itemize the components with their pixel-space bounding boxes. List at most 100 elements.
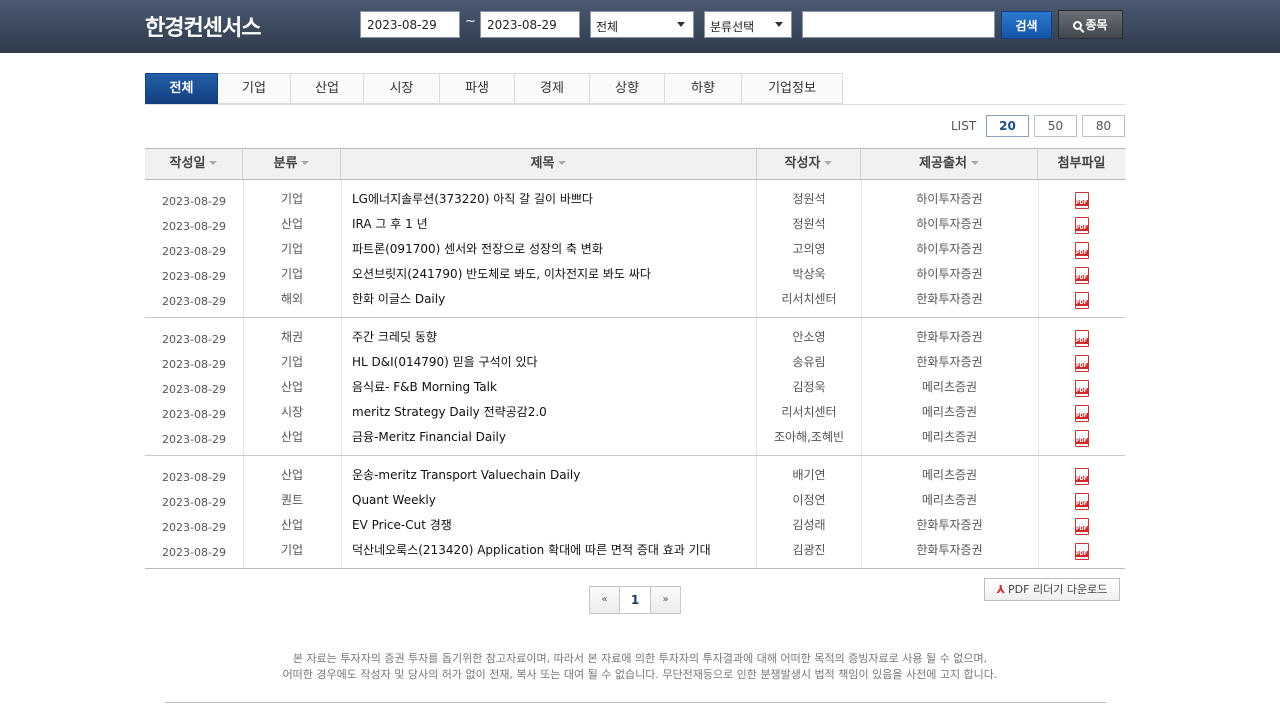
pdf-file-icon[interactable] [1074,267,1089,284]
row-attachment [1038,400,1125,425]
row-title-link[interactable]: 금융-Meritz Financial Daily [352,425,752,450]
row-attachment [1038,350,1125,375]
disclaimer: 본 자료는 투자자의 증권 투자를 돕기위한 참고자료이며, 따라서 본 자료에… [145,651,1135,683]
row-title-link[interactable]: LG에너지솔루션(373220) 아직 갈 길이 바쁘다 [352,187,752,212]
pdf-file-icon[interactable] [1074,217,1089,234]
col-category[interactable]: 분류 [243,149,341,179]
tab-upgrade[interactable]: 상향 [590,73,665,104]
pdf-file-icon[interactable] [1074,292,1089,309]
table-row: 2023-08-29 해외 한화 이글스 Daily 리서치센터 한화투자증권 [145,287,1125,312]
pdf-file-icon[interactable] [1074,518,1089,535]
row-category: 퀀트 [280,493,304,507]
col-source-label: 제공출처 [919,156,967,171]
row-title-link[interactable]: IRA 그 후 1 년 [352,212,752,237]
col-title[interactable]: 제목 [341,149,757,179]
tab-derivatives[interactable]: 파생 [440,73,515,104]
row-date: 2023-08-29 [162,358,226,371]
row-category: 기업 [280,192,304,206]
pdf-file-icon[interactable] [1074,192,1089,209]
pdf-file-icon[interactable] [1074,242,1089,259]
category-tabs: 전체 기업 산업 시장 파생 경제 상향 하향 기업정보 [145,73,843,104]
table-row: 2023-08-29 산업 음식료- F&B Morning Talk 김정욱 메리츠증… [145,375,1125,400]
pdf-reader-download-button[interactable]: ⅄ PDF 리더기 다운로드 [984,578,1120,601]
tab-company-info[interactable]: 기업정보 [742,73,843,104]
row-title-link[interactable]: HL D&I(014790) 믿을 구석이 있다 [352,350,752,375]
pdf-file-icon[interactable] [1074,355,1089,372]
row-category: 시장 [280,405,304,419]
pdf-file-icon[interactable] [1074,380,1089,397]
pagination: « 1 » [589,586,681,614]
tab-market[interactable]: 시장 [364,73,440,104]
row-title-link[interactable]: meritz Strategy Daily 전략공감2.0 [352,400,752,425]
row-date: 2023-08-29 [162,245,226,258]
row-source: 하이투자증권 [916,192,983,206]
table-row: 2023-08-29 채권 주간 크레딧 동향 안소영 한화투자증권 [145,325,1125,350]
row-title-link[interactable]: Quant Weekly [352,488,752,513]
pdf-file-icon[interactable] [1074,493,1089,510]
row-date: 2023-08-29 [162,333,226,346]
table-row: 2023-08-29 시장 meritz Strategy Daily 전략공감2.… [145,400,1125,425]
row-author: 고의영 [792,242,826,256]
pdf-file-icon[interactable] [1074,405,1089,422]
row-source: 한화투자증권 [916,292,983,306]
row-date: 2023-08-29 [162,295,226,308]
row-date: 2023-08-29 [162,521,226,534]
tab-economy[interactable]: 경제 [515,73,590,104]
category-select[interactable]: 분류선택 [704,11,792,38]
tab-all[interactable]: 전체 [145,73,218,104]
table-row: 2023-08-29 산업 EV Price-Cut 경쟁 김성래 한화투자증권 [145,513,1125,538]
page-number[interactable]: 1 [620,587,650,613]
row-title-link[interactable]: 덕산네오룩스(213420) Application 확대에 따른 면적 증대 … [352,538,752,563]
pdf-file-icon[interactable] [1074,468,1089,485]
row-author: 김성래 [792,518,826,532]
row-title-link[interactable]: 한화 이글스 Daily [352,287,752,312]
list-size-50[interactable]: 50 [1034,115,1077,137]
table-row: 2023-08-29 산업 운송-meritz Transport Valuecha… [145,463,1125,488]
row-date: 2023-08-29 [162,383,226,396]
row-title-link[interactable]: 파트론(091700) 센서와 전장으로 성장의 축 변화 [352,237,752,262]
search-button[interactable]: 검색 [1001,11,1052,39]
row-category: 산업 [280,518,304,532]
row-date: 2023-08-29 [162,408,226,421]
prev-page-button[interactable]: « [590,587,620,613]
row-attachment [1038,262,1125,287]
date-from-input[interactable]: 2023-08-29 [360,11,460,38]
row-author: 리서치센터 [781,405,837,419]
scope-select-value: 전체 [596,20,619,34]
row-title-link[interactable]: 주간 크레딧 동향 [352,325,752,350]
col-author[interactable]: 작성자 [757,149,861,179]
tab-industry[interactable]: 산업 [291,73,364,104]
table-row: 2023-08-29 기업 파트론(091700) 센서와 전장으로 성장의 축 변… [145,237,1125,262]
col-date[interactable]: 작성일 [145,149,243,179]
table-row: 2023-08-29 기업 덕산네오룩스(213420) Application 확… [145,538,1125,563]
col-source[interactable]: 제공출처 [861,149,1038,179]
row-title-link[interactable]: 운송-meritz Transport Valuechain Daily [352,463,752,488]
stock-search-button[interactable]: 종목 [1058,10,1123,39]
pdf-file-icon[interactable] [1074,543,1089,560]
col-date-label: 작성일 [169,156,206,171]
site-logo[interactable]: 한경컨센서스 [145,10,261,42]
row-attachment [1038,425,1125,450]
row-author: 박상욱 [792,267,826,281]
table-row: 2023-08-29 기업 오션브릿지(241790) 반도체로 봐도, 이차전지로… [145,262,1125,287]
pdf-file-icon[interactable] [1074,430,1089,447]
scope-select[interactable]: 전체 [590,11,694,38]
row-date: 2023-08-29 [162,471,226,484]
table-row: 2023-08-29 퀀트 Quant Weekly 이정연 메리츠증권 [145,488,1125,513]
search-input[interactable] [802,11,995,38]
row-title-link[interactable]: 음식료- F&B Morning Talk [352,375,752,400]
row-attachment [1038,463,1125,488]
row-attachment [1038,488,1125,513]
next-page-button[interactable]: » [650,587,680,613]
date-to-input[interactable]: 2023-08-29 [480,11,580,38]
row-title-link[interactable]: 오션브릿지(241790) 반도체로 봐도, 이차전지로 봐도 싸다 [352,262,752,287]
pdf-file-icon[interactable] [1074,330,1089,347]
row-attachment [1038,287,1125,312]
row-category: 산업 [280,217,304,231]
tab-company[interactable]: 기업 [218,73,291,104]
tab-downgrade[interactable]: 하향 [665,73,742,104]
list-size-20[interactable]: 20 [986,115,1029,137]
list-size-80[interactable]: 80 [1082,115,1125,137]
row-category: 해외 [280,292,304,306]
row-title-link[interactable]: EV Price-Cut 경쟁 [352,513,752,538]
